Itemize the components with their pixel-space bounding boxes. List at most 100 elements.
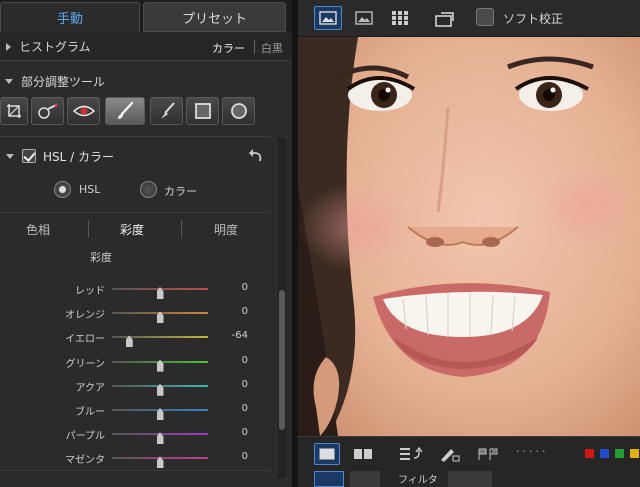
tool-brush[interactable] — [105, 97, 145, 125]
tool-eraser-brush[interactable] — [150, 97, 183, 125]
slider-thumb[interactable] — [125, 335, 133, 348]
slider-track[interactable] — [112, 456, 208, 469]
tab-preset[interactable]: プリセット — [143, 2, 286, 32]
tool-crop[interactable] — [0, 97, 28, 125]
slider-track[interactable] — [112, 311, 208, 324]
slider-value: 0 — [241, 306, 248, 318]
undo-icon[interactable] — [248, 149, 264, 163]
divider — [254, 40, 255, 54]
view-single-button[interactable] — [314, 6, 342, 30]
flag-button[interactable] — [476, 443, 502, 465]
separator — [0, 470, 270, 471]
filmstrip-view-icon — [355, 11, 373, 25]
hsl-subtabs: 色相 彩度 明度 — [0, 218, 270, 240]
hsl-enable-checkbox[interactable] — [22, 149, 36, 163]
radio-hsl[interactable] — [54, 181, 71, 198]
slider-label: イエロー — [65, 334, 105, 346]
radio-hsl-label: HSL — [79, 183, 101, 196]
panel-tabs: 手動 プリセット — [0, 0, 292, 32]
scrollbar-thumb[interactable] — [279, 290, 285, 430]
color-label-blue[interactable] — [600, 449, 609, 458]
slider-value: 0 — [241, 403, 248, 414]
circle-icon — [230, 103, 247, 119]
brush-icon — [118, 101, 134, 119]
crop-icon — [7, 104, 21, 118]
single-view-button[interactable] — [314, 443, 340, 465]
slider-thumb[interactable] — [156, 432, 164, 445]
slider-thumb[interactable] — [156, 383, 164, 396]
saturation-slider[interactable]: レッド 0 — [0, 282, 270, 306]
color-label-green[interactable] — [615, 449, 624, 458]
view-grid-button[interactable] — [386, 6, 414, 30]
soft-proof-checkbox[interactable] — [476, 8, 494, 26]
edit-rating-button[interactable] — [436, 443, 462, 465]
radio-color[interactable] — [140, 181, 157, 198]
slider-thumb[interactable] — [156, 287, 164, 299]
tool-redeye[interactable] — [67, 97, 100, 125]
slider-track[interactable] — [112, 287, 208, 299]
bottom-row2-button[interactable] — [314, 471, 344, 487]
expand-arrow-icon — [6, 42, 11, 51]
hsl-header[interactable]: HSL / カラー — [0, 142, 270, 170]
saturation-slider[interactable]: グリーン 0 — [0, 355, 270, 379]
color-label-red[interactable] — [585, 449, 594, 458]
tool-circle[interactable] — [222, 97, 255, 125]
subtab-saturation[interactable]: 彩度 — [120, 221, 144, 238]
saturation-slider[interactable]: ブルー 0 — [0, 403, 270, 427]
saturation-slider[interactable]: マゼンタ 0 — [0, 451, 270, 475]
portrait-image — [298, 37, 640, 436]
local-adjust-header[interactable]: 部分調整ツール — [0, 70, 292, 92]
slider-thumb[interactable] — [156, 456, 164, 469]
slider-thumb[interactable] — [156, 359, 164, 372]
histogram-color-option[interactable]: カラー — [212, 40, 245, 56]
saturation-slider[interactable]: パープル 0 — [0, 427, 270, 451]
separator — [0, 136, 270, 137]
viewer-toolbar: ソフト校正 — [298, 0, 640, 36]
slider-value: 0 — [241, 378, 248, 390]
eraser-brush-icon — [160, 102, 175, 119]
slider-track[interactable] — [112, 383, 208, 396]
color-label-yellow[interactable] — [630, 449, 639, 458]
tool-redeye-brush[interactable] — [31, 97, 64, 125]
sort-icon — [400, 446, 423, 460]
collapse-arrow-icon — [5, 78, 13, 84]
tab-manual[interactable]: 手動 — [0, 2, 140, 32]
grid-view-icon — [392, 11, 408, 25]
preview-photo[interactable] — [298, 37, 640, 436]
single-frame-icon — [319, 448, 335, 460]
slider-track[interactable] — [112, 335, 208, 348]
slider-label: オレンジ — [65, 310, 105, 322]
slider-thumb[interactable] — [156, 311, 164, 324]
compare-view-button[interactable] — [430, 6, 458, 30]
bottom-row2-button[interactable] — [448, 471, 492, 487]
view-filmstrip-button[interactable] — [350, 6, 378, 30]
radio-color-label: カラー — [164, 185, 197, 198]
saturation-slider[interactable]: オレンジ 0 — [0, 306, 270, 330]
local-tool-bar — [0, 97, 292, 127]
slider-value: 0 — [241, 282, 248, 293]
compare-two-button[interactable] — [350, 443, 376, 465]
soft-proof-label: ソフト校正 — [503, 12, 564, 26]
histogram-header[interactable]: ヒストグラム カラー 白黒 — [0, 33, 292, 61]
slider-label: ブルー — [75, 407, 105, 418]
sort-button[interactable] — [398, 443, 424, 465]
hsl-mode-radio-group: HSL カラー — [0, 178, 270, 202]
slider-track[interactable] — [112, 359, 208, 372]
slider-value: 0 — [241, 427, 248, 439]
photo-view-icon — [319, 11, 337, 25]
subtab-lightness[interactable]: 明度 — [214, 221, 238, 238]
tool-square[interactable] — [186, 97, 219, 125]
rating-dots[interactable]: ····· — [516, 445, 548, 458]
bottom-row2-button[interactable] — [350, 471, 380, 487]
slider-label: パープル — [65, 431, 105, 443]
subtab-hue[interactable]: 色相 — [26, 221, 50, 238]
slider-track[interactable] — [112, 408, 208, 420]
histogram-bw-option[interactable]: 白黒 — [261, 40, 283, 56]
filter-label[interactable]: フィルタ — [398, 471, 438, 487]
slider-track[interactable] — [112, 432, 208, 445]
saturation-slider[interactable]: イエロー -64 — [0, 330, 270, 354]
separator — [0, 212, 270, 213]
slider-thumb[interactable] — [156, 408, 164, 420]
control-panel: 手動 プリセット ヒストグラム カラー 白黒 部分調整ツール HSL / カラー… — [0, 0, 292, 487]
saturation-slider[interactable]: アクア 0 — [0, 379, 270, 403]
